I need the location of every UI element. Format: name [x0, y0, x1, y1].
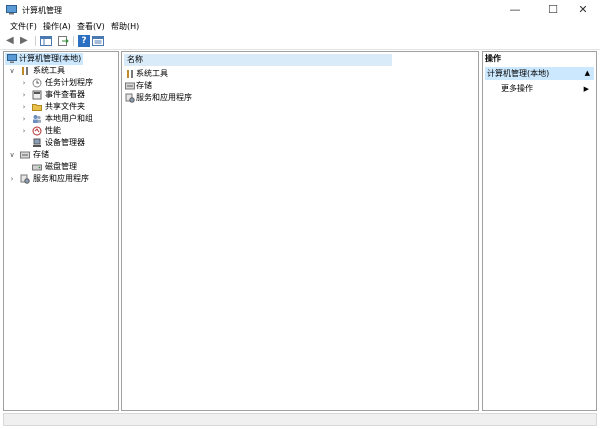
tree-item-label: 存储: [33, 150, 49, 159]
chevron-down-icon[interactable]: ∨: [8, 149, 16, 161]
status-bar: [3, 413, 597, 426]
tools-icon: [22, 67, 28, 75]
window-title: 计算机管理: [22, 6, 62, 15]
shared-folder-icon: [32, 104, 42, 111]
storage-icon: [20, 151, 30, 159]
tree-item-label: 事件查看器: [45, 90, 85, 99]
export-list-icon[interactable]: [57, 35, 69, 47]
submenu-arrow-icon[interactable]: ▶: [584, 83, 589, 95]
tree-item-label: 性能: [45, 126, 61, 135]
actions-section-label: 计算机管理(本地): [487, 69, 550, 78]
column-header-name[interactable]: 名称: [124, 54, 392, 66]
actions-section[interactable]: 计算机管理(本地) ▲: [485, 67, 594, 80]
more-actions-item[interactable]: 更多操作: [501, 83, 533, 95]
chevron-right-icon[interactable]: ›: [20, 101, 28, 113]
console-tree-pane: 计算机管理(本地) ∨ 系统工具 › 任务计划程序 › 事件查看器 › 共享文件…: [3, 51, 119, 411]
clock-icon: [32, 78, 42, 88]
collapse-arrow-icon[interactable]: ▲: [583, 67, 590, 80]
disk-icon: [32, 164, 42, 171]
toolbar: ◀ ▶ ?: [0, 33, 600, 50]
tools-icon: [127, 70, 133, 78]
storage-icon: [125, 82, 135, 90]
chevron-down-icon[interactable]: ∨: [8, 65, 16, 77]
results-pane: 名称 系统工具 存储 服务和应用程序: [121, 51, 479, 411]
actions-pane: 操作 计算机管理(本地) ▲ 更多操作 ▶: [482, 51, 597, 411]
computer-management-icon: [7, 54, 17, 63]
tree-item-label: 设备管理器: [45, 138, 85, 147]
properties-icon[interactable]: [92, 35, 104, 47]
computer-management-icon: [6, 5, 17, 15]
list-item-label: 系统工具: [136, 69, 168, 78]
console-tree-icon[interactable]: [40, 35, 52, 47]
tree-item-label: 本地用户和组: [45, 114, 93, 123]
services-icon: [20, 174, 30, 184]
menu-bar: 文件(F) 操作(A) 查看(V) 帮助(H): [0, 20, 600, 33]
menu-action[interactable]: 操作(A): [43, 21, 71, 32]
toolbar-separator: [73, 36, 74, 46]
close-button[interactable]: ✕: [566, 0, 600, 20]
back-arrow-icon[interactable]: ◀: [6, 35, 18, 47]
forward-arrow-icon[interactable]: ▶: [20, 35, 32, 47]
tree-item-label: 系统工具: [33, 66, 65, 75]
column-header-label: 名称: [127, 55, 143, 64]
menu-view[interactable]: 查看(V): [77, 21, 105, 32]
chevron-right-icon[interactable]: ›: [20, 89, 28, 101]
help-icon[interactable]: ?: [78, 35, 90, 47]
chevron-right-icon[interactable]: ›: [20, 77, 28, 89]
toolbar-separator: [35, 36, 36, 46]
menu-file[interactable]: 文件(F): [10, 21, 37, 32]
event-viewer-icon: [32, 90, 42, 100]
tree-item-label: 服务和应用程序: [33, 174, 89, 183]
list-item-label: 服务和应用程序: [136, 93, 192, 102]
actions-header: 操作: [485, 54, 501, 63]
tree-item-label: 共享文件夹: [45, 102, 85, 111]
tree-root[interactable]: 计算机管理(本地): [5, 53, 83, 65]
services-icon: [125, 93, 135, 103]
minimize-button[interactable]: —: [498, 0, 532, 20]
menu-help[interactable]: 帮助(H): [111, 21, 139, 32]
tree-item-label: 任务计划程序: [45, 78, 93, 87]
list-item-label: 存储: [136, 81, 152, 90]
users-icon: [33, 115, 41, 123]
maximize-button[interactable]: ☐: [536, 0, 570, 20]
chevron-right-icon[interactable]: ›: [20, 125, 28, 137]
device-manager-icon: [33, 138, 41, 147]
tree-item-label: 磁盘管理: [45, 162, 77, 171]
title-bar: 计算机管理 — ☐ ✕: [0, 0, 600, 20]
chevron-right-icon[interactable]: ›: [20, 113, 28, 125]
chevron-right-icon[interactable]: ›: [8, 173, 16, 185]
performance-icon: [32, 126, 42, 136]
tree-root-label: 计算机管理(本地): [19, 54, 82, 63]
